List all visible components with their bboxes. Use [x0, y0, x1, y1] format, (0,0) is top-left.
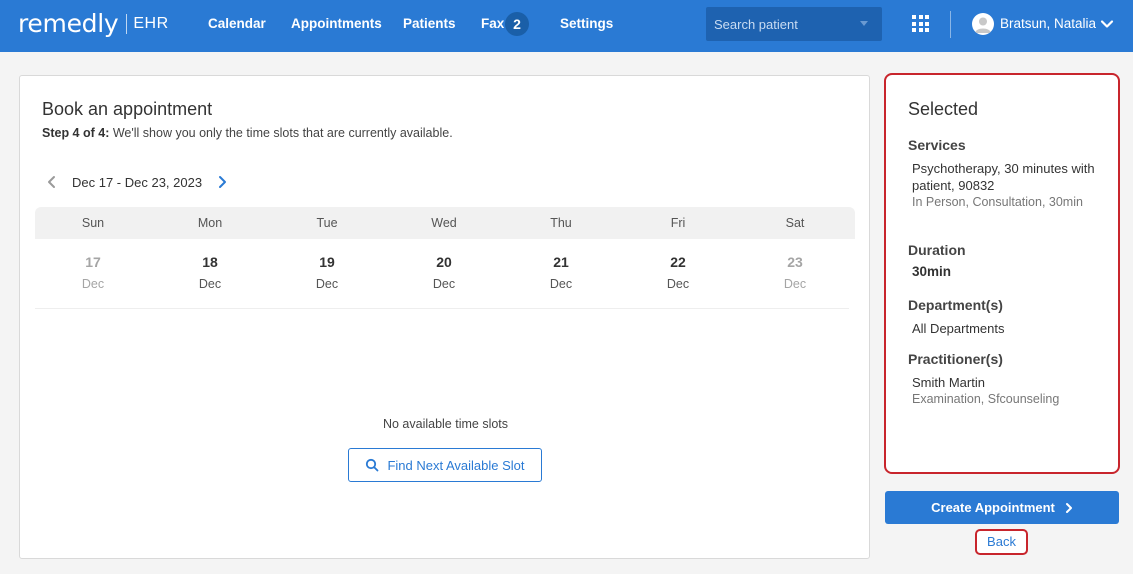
weekday-sun: Sun [81, 216, 105, 230]
selected-title: Selected [908, 99, 979, 119]
weekday-header: Sun Mon Tue Wed Thu Fri Sat [35, 207, 855, 239]
service-name: Psychotherapy, 30 minutes with patient, … [912, 161, 1095, 193]
logo-wordmark: remedly [18, 9, 119, 38]
month-17: Dec [81, 277, 105, 291]
step-label: Step 4 of 4: [42, 126, 110, 140]
weekday-wed: Wed [431, 216, 457, 230]
search-patient-input[interactable] [706, 7, 882, 41]
date-17: 17 [85, 254, 101, 270]
department-value: All Departments [912, 321, 1005, 336]
page-title: Book an appointment [42, 99, 213, 119]
weekday-tue: Tue [316, 216, 338, 230]
services-label: Services [908, 137, 966, 153]
date-23: 23 [787, 254, 803, 270]
nav-settings[interactable]: Settings [560, 16, 613, 31]
nav-calendar[interactable]: Calendar [208, 16, 266, 31]
step-indicator: Step 4 of 4: We'll show you only the tim… [42, 126, 453, 140]
date-21[interactable]: 21 [541, 254, 581, 270]
date-22[interactable]: 22 [658, 254, 698, 270]
search-dropdown-caret-icon[interactable] [860, 21, 868, 26]
duration-value: 30min [912, 264, 952, 279]
practitioner-label: Practitioner(s) [908, 351, 1003, 367]
practitioner-name: Smith Martin [912, 375, 985, 390]
step-description: We'll show you only the time slots that … [109, 126, 453, 140]
user-name[interactable]: Bratsun, Natalia [1000, 16, 1096, 31]
patient-search [706, 7, 882, 41]
selected-summary-panel: Selected Services Psychotherapy, 30 minu… [884, 73, 1120, 474]
nav-fax[interactable]: Fax [481, 16, 504, 31]
fax-count-badge: 2 [505, 12, 529, 36]
date-19[interactable]: 19 [307, 254, 347, 270]
create-appointment-label: Create Appointment [931, 500, 1055, 515]
weekday-thu: Thu [550, 216, 572, 230]
weekday-sat: Sat [785, 216, 805, 230]
month-22: Dec [666, 277, 690, 291]
logo-divider [126, 13, 128, 34]
practitioner-detail: Examination, Sfcounseling [912, 392, 1060, 406]
no-slots-message: No available time slots [382, 417, 509, 431]
date-18[interactable]: 18 [190, 254, 230, 270]
book-appointment-card: Book an appointment Step 4 of 4: We'll s… [19, 75, 870, 559]
duration-label: Duration [908, 242, 966, 258]
nav-patients[interactable]: Patients [403, 16, 456, 31]
chevron-right-icon [1065, 502, 1072, 513]
next-week-icon[interactable] [216, 175, 228, 194]
previous-week-icon[interactable] [46, 175, 58, 194]
user-avatar-icon[interactable] [972, 13, 994, 35]
nav-divider [950, 11, 951, 38]
weekday-mon: Mon [197, 216, 223, 230]
chevron-down-icon[interactable] [1100, 17, 1114, 36]
weekday-fri: Fri [670, 216, 686, 230]
department-label: Department(s) [908, 297, 1003, 313]
week-range-label: Dec 17 - Dec 23, 2023 [72, 175, 203, 190]
dates-divider [35, 308, 849, 309]
month-19: Dec [315, 277, 339, 291]
search-icon [366, 458, 379, 472]
month-20: Dec [432, 277, 456, 291]
month-21: Dec [549, 277, 573, 291]
apps-grid-icon[interactable] [912, 15, 929, 32]
date-20[interactable]: 20 [424, 254, 464, 270]
find-next-slot-button[interactable]: Find Next Available Slot [348, 448, 542, 482]
find-next-slot-label: Find Next Available Slot [387, 457, 525, 473]
back-button[interactable]: Back [975, 529, 1028, 555]
logo-product: EHR [133, 14, 169, 32]
month-18: Dec [198, 277, 222, 291]
remedly-logo[interactable]: remedly EHR [18, 9, 169, 38]
month-23: Dec [783, 277, 807, 291]
nav-appointments[interactable]: Appointments [291, 16, 382, 31]
create-appointment-button[interactable]: Create Appointment [885, 491, 1119, 524]
top-navigation-bar: remedly EHR Calendar Appointments Patien… [0, 0, 1133, 52]
service-detail: In Person, Consultation, 30min [912, 195, 1083, 209]
